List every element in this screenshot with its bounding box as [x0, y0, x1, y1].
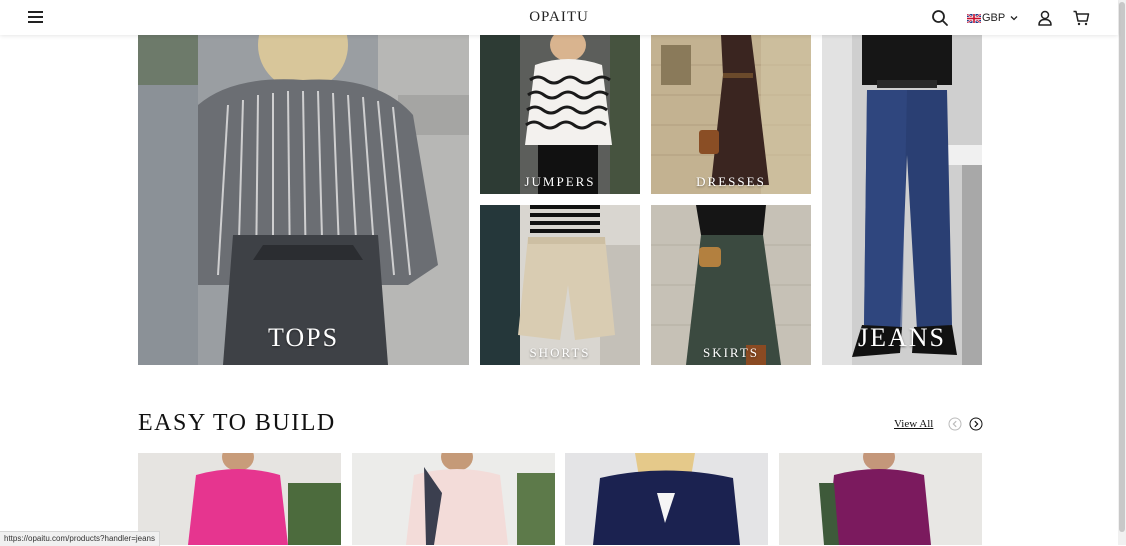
tile-label-dresses: DRESSES [696, 174, 766, 189]
view-all-link[interactable]: View All [894, 418, 933, 430]
logo: OPAITU [0, 9, 1118, 26]
jeans-image [822, 35, 982, 365]
category-tile-tops[interactable]: TOPS [138, 35, 469, 365]
product-image [565, 453, 768, 545]
category-tile-jumpers[interactable]: JUMPERS [480, 35, 640, 194]
cart-icon[interactable] [1072, 9, 1090, 27]
category-tile-skirts[interactable]: SKIRTS [651, 205, 811, 365]
menu-icon[interactable] [28, 11, 43, 23]
product-image [779, 453, 982, 545]
dresses-image [651, 35, 811, 194]
category-tile-jeans[interactable]: JEANS [822, 35, 982, 365]
scroll-thumb[interactable] [1119, 2, 1125, 532]
tile-label-shorts: SHORTS [529, 345, 591, 360]
category-tile-shorts[interactable]: SHORTS [480, 205, 640, 365]
tile-label-jumpers: JUMPERS [524, 174, 596, 189]
currency-selector[interactable]: GBP [967, 10, 1019, 26]
chevron-down-icon [1010, 16, 1018, 21]
tops-image [138, 35, 469, 365]
section-title: EASY TO BUILD [138, 410, 336, 436]
product-card[interactable] [138, 453, 341, 545]
shorts-image [480, 205, 640, 365]
page-scrollbar[interactable] [1118, 0, 1126, 545]
status-bar-url: https://opaitu.com/products?handler=jean… [0, 531, 160, 546]
site-header: OPAITU GBP [0, 0, 1118, 35]
product-card[interactable] [352, 453, 555, 545]
currency-label: GBP [982, 12, 1006, 24]
product-card[interactable] [565, 453, 768, 545]
flag-uk-icon [967, 13, 981, 23]
product-card[interactable] [779, 453, 982, 545]
tile-label-tops: TOPS [267, 323, 340, 352]
category-tile-dresses[interactable]: DRESSES [651, 35, 811, 194]
product-image [352, 453, 555, 545]
search-icon[interactable] [931, 9, 949, 27]
tile-label-jeans: JEANS [857, 323, 946, 352]
user-icon[interactable] [1036, 9, 1054, 27]
tile-label-skirts: SKIRTS [702, 345, 759, 360]
skirts-image [651, 205, 811, 365]
product-image [138, 453, 341, 545]
jumpers-image [480, 35, 640, 194]
carousel-next-button[interactable] [969, 417, 983, 431]
carousel-prev-button[interactable] [948, 417, 962, 431]
logo-text[interactable]: OPAITU [529, 9, 589, 25]
